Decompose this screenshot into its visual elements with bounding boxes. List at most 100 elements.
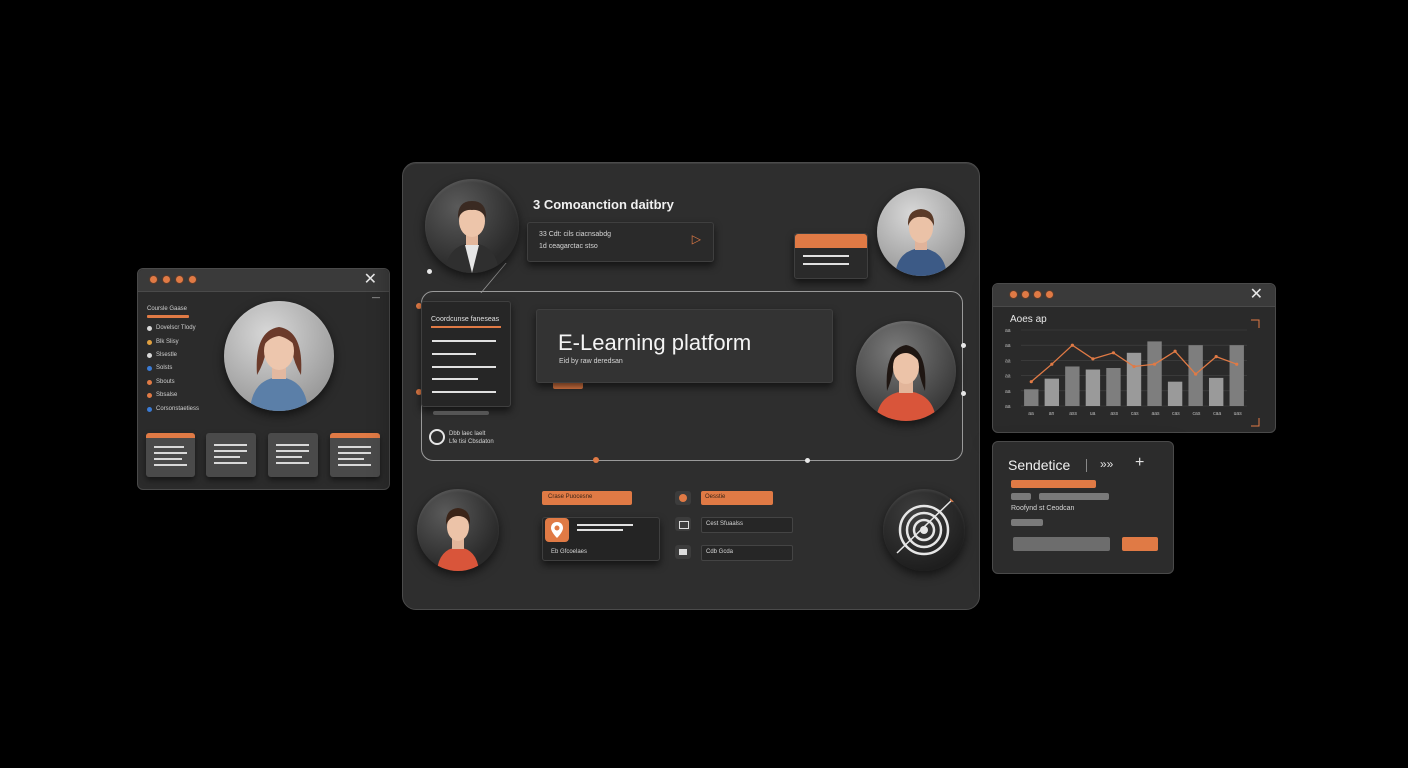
slider-track[interactable] — [1013, 537, 1110, 551]
y-tick-label: aa — [1005, 358, 1011, 364]
location-pin-icon — [545, 518, 569, 542]
bar — [1126, 352, 1142, 406]
student-avatar[interactable] — [224, 301, 334, 411]
analytics-window-titlebar: ✕ — [993, 284, 1275, 307]
male-user-icon — [445, 201, 499, 273]
bar — [1147, 341, 1162, 406]
y-tick-label: aa — [1005, 374, 1011, 380]
window-dot-2[interactable] — [1022, 291, 1029, 298]
target-icon — [896, 496, 956, 556]
task-badge[interactable]: Crase Puocesne — [542, 491, 632, 505]
bullet-icon — [147, 340, 152, 345]
bar — [1106, 368, 1121, 406]
corner-accent — [1251, 319, 1260, 328]
lesson-card[interactable]: Coordcunse faneseas — [421, 301, 511, 407]
mentor-avatar[interactable] — [877, 188, 965, 276]
left-window-heading: Coursle Gaase — [147, 306, 188, 312]
clock-icon — [429, 429, 445, 445]
bar — [1208, 377, 1224, 406]
student-avatar-2[interactable] — [856, 321, 956, 421]
lesson-card-shadow-bar — [433, 411, 489, 415]
x-tick-label: ua — [1090, 411, 1096, 417]
female-student-icon — [250, 327, 308, 411]
x-tick-label: caa — [1213, 411, 1221, 417]
line-point — [1152, 362, 1157, 366]
female-student-icon — [437, 508, 479, 571]
connector-node — [961, 391, 966, 396]
course-card-4[interactable] — [330, 433, 380, 477]
analytics-window: ✕ Aoes ap aa aa aa aa aa aa aa an ass ua ass cas aas… — [992, 283, 1276, 433]
line-point — [1029, 380, 1033, 384]
location-task[interactable]: Eb Gfcoelaes — [542, 517, 660, 561]
window-dot-4[interactable] — [1046, 291, 1053, 298]
setting-bar-gray — [1011, 493, 1031, 500]
course-card-1[interactable] — [146, 433, 195, 477]
bar — [1229, 345, 1244, 406]
line-point — [1070, 343, 1074, 347]
instructor-avatar[interactable] — [425, 179, 519, 273]
line-point — [1173, 349, 1177, 353]
page-title: E-Learning platform — [558, 330, 752, 355]
setting-bar-gray — [1039, 493, 1109, 500]
x-tick-label: cas — [1193, 411, 1201, 417]
target-goal-button[interactable] — [883, 489, 965, 571]
line-point — [1214, 355, 1218, 359]
forward-arrows-icon[interactable]: »» — [1100, 457, 1113, 471]
x-tick-label: an — [1049, 411, 1055, 417]
connector-node — [961, 343, 966, 348]
window-dot-2[interactable] — [163, 276, 170, 283]
line-point — [1194, 372, 1198, 376]
x-tick-label: aas — [1151, 411, 1160, 417]
settings-window: Sendetice »» + Roofynd st Ceodcan — [992, 441, 1174, 574]
male-user-icon — [895, 209, 947, 276]
x-tick-label: ass — [1110, 411, 1118, 417]
add-icon[interactable]: + — [1135, 454, 1144, 472]
window-dot-1[interactable] — [1010, 291, 1017, 298]
settings-caption: Roofynd st Ceodcan — [1011, 505, 1075, 512]
conversation-title: 3 Comoanction daitbry — [533, 197, 674, 212]
list-item[interactable]: Oesstie — [675, 491, 795, 507]
elearning-main-panel: 3 Comoanction daitbry 33 Cdt: cils ciacn… — [402, 162, 980, 610]
notification-card[interactable] — [794, 233, 868, 279]
document-icon — [675, 517, 691, 531]
minimize-icon[interactable]: — — [372, 293, 380, 302]
window-dot-1[interactable] — [150, 276, 157, 283]
window-dot-3[interactable] — [1034, 291, 1041, 298]
corner-accent — [1251, 418, 1260, 427]
analytics-chart: aa aa aa aa aa aa aa an ass ua ass cas aas cas cas caa u… — [1005, 319, 1260, 427]
close-icon[interactable]: ✕ — [364, 270, 377, 290]
course-card-3[interactable] — [268, 433, 318, 477]
bullet-icon — [147, 353, 152, 358]
x-tick-label: ass — [1069, 411, 1077, 417]
connector-node-orange — [593, 457, 599, 463]
bar — [1085, 369, 1101, 406]
course-card-2[interactable] — [206, 433, 256, 477]
page-subtitle: Eid by raw deredsan — [559, 358, 623, 365]
line-point — [1132, 364, 1136, 369]
line-point — [1111, 351, 1116, 355]
bar — [1065, 366, 1080, 406]
connector-node — [427, 269, 432, 274]
list-item[interactable]: Cest Sfuaalss — [675, 517, 795, 533]
window-dot-3[interactable] — [176, 276, 183, 283]
left-course-window: ✕ — Coursle Gaase Dovelscr Tlody Blk Sli… — [137, 268, 390, 490]
y-tick-label: aa — [1005, 343, 1011, 349]
bar — [1167, 381, 1183, 406]
left-menu: Dovelscr Tlody Blk Slisy Slsestle Solsts… — [147, 325, 227, 415]
circle-icon — [675, 491, 691, 505]
setting-bar-orange — [1011, 480, 1096, 488]
confirm-button[interactable] — [1122, 537, 1158, 551]
window-dot-4[interactable] — [189, 276, 196, 283]
bullet-icon — [147, 380, 152, 385]
x-tick-label: cas — [1131, 411, 1139, 417]
play-icon[interactable]: ▷ — [692, 232, 701, 246]
learner-avatar[interactable] — [417, 489, 499, 571]
x-tick-label: cas — [1172, 411, 1180, 417]
divider — [1086, 459, 1087, 472]
connector-node — [805, 458, 810, 463]
message-bubble[interactable]: 33 Cdt: cils ciacnsabdg 1d ceagarctac st… — [527, 222, 714, 262]
close-icon[interactable]: ✕ — [1250, 285, 1263, 305]
left-window-titlebar: ✕ — [138, 269, 389, 292]
line-point — [1091, 357, 1095, 361]
list-item[interactable]: Cdb Gcda — [675, 545, 795, 561]
